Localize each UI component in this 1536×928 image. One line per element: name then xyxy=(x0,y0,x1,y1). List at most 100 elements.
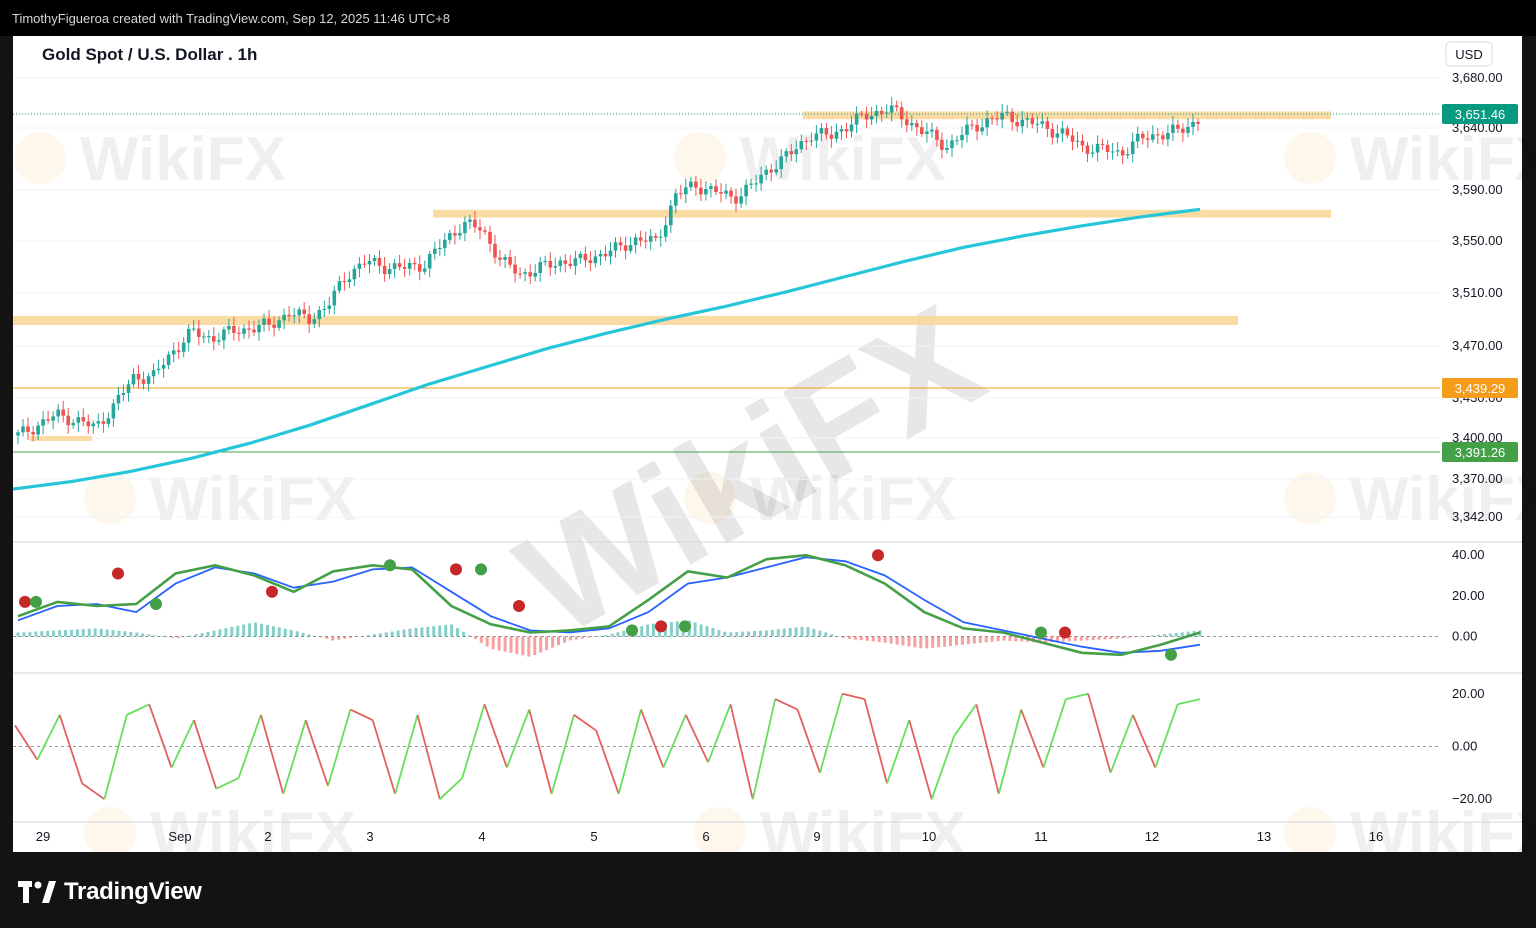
candle-body xyxy=(377,258,382,266)
macd-histogram-bar xyxy=(242,624,246,637)
macd-histogram-bar xyxy=(877,636,881,642)
watermark-layer: WikiFX WikiFX WikiFXWikiFX WikiFX WikiFXWiki… xyxy=(14,125,1536,869)
macd-histogram-bar xyxy=(563,636,566,643)
time-tick-label: 4 xyxy=(478,829,485,844)
macd-histogram-bar xyxy=(764,630,768,637)
macd-histogram-bar xyxy=(432,626,436,637)
candle-body xyxy=(342,281,347,283)
candle-body xyxy=(1005,111,1009,113)
candle-body xyxy=(1115,150,1120,152)
candle-body xyxy=(789,151,794,155)
macd-histogram-bar xyxy=(479,636,483,643)
candle-body xyxy=(1146,138,1150,140)
candle-body xyxy=(81,417,86,422)
candle-body xyxy=(186,328,191,343)
tradingview-logo-text: TradingView xyxy=(64,878,202,905)
macd-sell-marker xyxy=(19,595,31,608)
macd-histogram-bar xyxy=(574,636,578,640)
macd-histogram-bar xyxy=(836,636,840,637)
oscillator-tick-label: 20.00 xyxy=(1452,686,1485,701)
candle-body xyxy=(1085,145,1090,154)
macd-histogram-bar xyxy=(378,633,382,637)
price-badge-label: 3,391.26 xyxy=(1455,445,1506,460)
candle-body xyxy=(136,374,141,380)
candle-body xyxy=(41,419,45,426)
macd-tick-label: 0.00 xyxy=(1452,629,1477,644)
macd-histogram-bar xyxy=(355,636,359,637)
watermark-text: WikiFX xyxy=(150,465,356,534)
macd-histogram-bar xyxy=(580,636,584,639)
macd-histogram-bar xyxy=(254,622,258,637)
candle-body xyxy=(131,374,136,385)
candle-body xyxy=(222,329,226,341)
macd-histogram-bar xyxy=(1162,634,1166,637)
candle-body xyxy=(889,105,894,113)
candle-body xyxy=(1080,140,1085,146)
candle-body xyxy=(91,423,96,427)
candle-body xyxy=(920,127,924,134)
candle-body xyxy=(518,273,522,275)
chart[interactable]: WikiFX WikiFX WikiFXWikiFX WikiFX WikiFXWiki… xyxy=(0,0,1536,928)
macd-histogram-bar xyxy=(147,634,151,637)
candle-body xyxy=(940,139,944,150)
candle-body xyxy=(1156,134,1160,136)
candle-body xyxy=(588,260,593,264)
candle-body xyxy=(658,236,663,238)
candle-body xyxy=(528,272,532,277)
candle-body xyxy=(1141,133,1145,139)
candle-body xyxy=(1095,143,1100,153)
candle-body xyxy=(839,129,844,132)
macd-histogram-bar xyxy=(960,636,964,645)
candle-body xyxy=(1025,118,1030,120)
macd-histogram-bar xyxy=(182,636,186,637)
candle-body xyxy=(468,219,472,222)
macd-histogram-bar xyxy=(200,633,204,637)
candle-body xyxy=(508,257,512,265)
macd-histogram-bar xyxy=(473,636,477,640)
price-tick-label: 3,370.00 xyxy=(1452,471,1503,486)
oscillator-segment xyxy=(371,719,396,795)
candle-body xyxy=(417,264,422,272)
candle-body xyxy=(1186,126,1190,133)
candle-body xyxy=(905,119,909,126)
candle-body xyxy=(1110,151,1115,153)
candle-body xyxy=(734,196,738,204)
macd-histogram-bar xyxy=(206,631,210,637)
candle-body xyxy=(704,189,708,195)
watermark-text: WikiFX xyxy=(1350,125,1536,194)
macd-buy-marker xyxy=(626,624,638,637)
macd-histogram-bar xyxy=(646,624,650,637)
oscillator-segment xyxy=(640,709,665,768)
candle-body xyxy=(1020,119,1025,127)
macd-histogram-bar xyxy=(955,636,958,646)
candle-body xyxy=(407,262,412,269)
macd-histogram-bar xyxy=(871,636,875,642)
macd-histogram-bar xyxy=(557,636,560,646)
candle-body xyxy=(36,425,40,435)
candle-body xyxy=(1130,141,1135,154)
macd-histogram-bar xyxy=(123,631,127,637)
moving-average-line xyxy=(12,207,1201,491)
oscillator-segment xyxy=(126,703,150,716)
candle-body xyxy=(819,128,824,134)
macd-histogram-bar xyxy=(236,625,240,637)
candle-body xyxy=(950,140,954,149)
candle-body xyxy=(543,260,547,263)
macd-histogram-bar xyxy=(52,630,56,637)
candle-body xyxy=(774,169,778,173)
candle-body xyxy=(598,254,603,257)
oscillator-segment xyxy=(170,719,195,768)
candle-body xyxy=(171,350,176,355)
macd-histogram-bar xyxy=(444,624,448,637)
macd-histogram-bar xyxy=(782,628,786,637)
candle-body xyxy=(1171,124,1175,133)
candle-body xyxy=(814,133,819,141)
candle-body xyxy=(849,124,854,132)
macd-histogram-bar xyxy=(931,636,935,648)
candle-body xyxy=(1010,111,1014,122)
macd-histogram-bar xyxy=(343,636,347,639)
oscillator-segment xyxy=(886,719,911,784)
candle-body xyxy=(643,240,648,242)
oscillator-tick-label: −20.00 xyxy=(1452,791,1492,806)
tradingview-logo[interactable]: TradingView xyxy=(18,878,202,906)
